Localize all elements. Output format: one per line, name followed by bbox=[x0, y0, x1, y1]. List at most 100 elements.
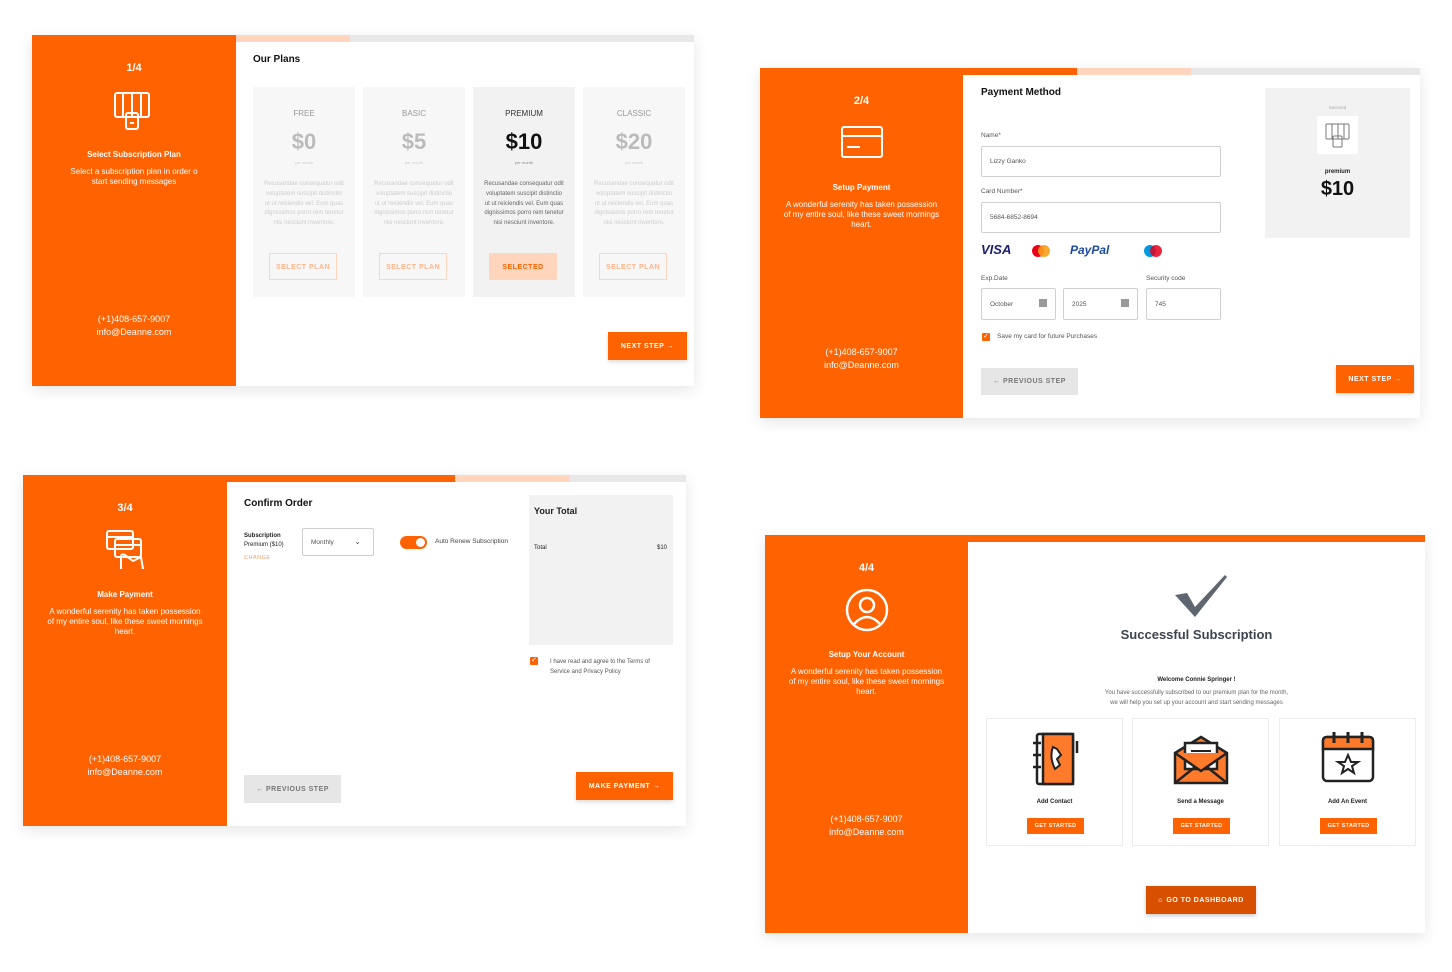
select-plan-button[interactable]: SELECT PLAN bbox=[599, 253, 667, 280]
save-card-checkbox[interactable]: ✓ bbox=[982, 333, 990, 341]
get-started-button[interactable]: GET STARTED bbox=[1320, 818, 1377, 834]
get-started-button[interactable]: GET STARTED bbox=[1173, 818, 1230, 834]
auto-renew-toggle[interactable] bbox=[400, 536, 427, 549]
selected-plan-button[interactable]: SELECTED bbox=[489, 253, 557, 280]
contact-phone: (+1)408-657-9007 bbox=[97, 314, 171, 324]
billing-period-select[interactable]: Monthly ⌄ bbox=[302, 528, 374, 556]
plan-card-classic[interactable]: CLASSIC $20 per month Recusandae consequ… bbox=[583, 87, 685, 297]
previous-step-button[interactable]: ← PREVIOUS STEP bbox=[244, 775, 341, 803]
screen-select-plan: 1/4 Select Subscription Plan Select a su… bbox=[32, 35, 694, 386]
plan-card-premium[interactable]: PREMIUM $10 per month Recusandae consequ… bbox=[473, 87, 575, 297]
side-title: Setup Payment bbox=[832, 183, 891, 192]
plan-description: Recusandae consequatur odit voluptatem s… bbox=[594, 181, 674, 227]
feature-add-contact: Add Contact GET STARTED bbox=[986, 718, 1123, 846]
card-number-field[interactable]: 5684-6852-8694 bbox=[981, 202, 1221, 233]
next-step-button[interactable]: NEXT STEP → bbox=[1336, 365, 1414, 393]
contact-email: info@Deanne.com bbox=[824, 360, 899, 370]
exp-year-value: 2025 bbox=[1072, 300, 1087, 308]
sidebar: 1/4 Select Subscription Plan Select a su… bbox=[32, 35, 236, 386]
plan-name: CLASSIC bbox=[616, 109, 652, 118]
success-title: Successful Subscription bbox=[1120, 627, 1273, 642]
name-field[interactable]: Lizzy Ganko bbox=[981, 146, 1221, 177]
screen-success: 4/4 Setup Your Account A wonderful seren… bbox=[765, 535, 1425, 933]
plan-description: Recusandae consequatur odit voluptatem s… bbox=[264, 181, 344, 227]
progress-next bbox=[455, 475, 570, 482]
screen-payment-method: 2/4 Setup Payment A wonderful serenity h… bbox=[760, 68, 1420, 418]
calendar-icon bbox=[1039, 299, 1047, 307]
plan-thumbnail bbox=[1317, 116, 1358, 154]
security-code-field[interactable]: 745 bbox=[1146, 288, 1221, 320]
plan-description: Recusandae consequatur odit voluptatem s… bbox=[484, 181, 564, 227]
make-payment-button[interactable]: MAKE PAYMENT → bbox=[576, 772, 673, 800]
terms-checkbox[interactable]: ✓ bbox=[530, 657, 538, 665]
step-indicator: 3/4 bbox=[117, 502, 133, 514]
total-value: $10 bbox=[656, 545, 667, 551]
sidebar: 3/4 Make Payment A wonderful serenity ha… bbox=[23, 475, 227, 826]
selected-plan-name: premium bbox=[1324, 169, 1351, 175]
contact-phone: (+1)408-657-9007 bbox=[830, 814, 903, 824]
page-title: Confirm Order bbox=[244, 498, 313, 509]
name-label: Name* bbox=[981, 132, 1001, 139]
side-title: Make Payment bbox=[97, 590, 153, 599]
page-title: Our Plans bbox=[253, 54, 301, 65]
exp-date-label: Exp.Date bbox=[981, 275, 1008, 282]
contact-email: info@Deanne.com bbox=[87, 767, 163, 777]
selected-label: Selected bbox=[1328, 105, 1347, 110]
plan-card-free[interactable]: FREE $0 per month Recusandae consequatur… bbox=[253, 87, 355, 297]
phone-book-icon bbox=[110, 87, 156, 133]
step-indicator: 1/4 bbox=[126, 62, 142, 74]
envelope-icon bbox=[1173, 733, 1229, 785]
select-plan-button[interactable]: SELECT PLAN bbox=[379, 253, 447, 280]
plan-price: $10 bbox=[505, 129, 543, 154]
progress-fill bbox=[236, 35, 350, 42]
feature-send-message: Send a Message GET STARTED bbox=[1132, 718, 1269, 846]
select-plan-button[interactable]: SELECT PLAN bbox=[269, 253, 337, 280]
plan-name: BASIC bbox=[401, 109, 426, 118]
exp-year-select[interactable]: 2025 bbox=[1063, 288, 1138, 320]
feature-title: Add Contact bbox=[1036, 799, 1073, 805]
side-description: A wonderful serenity has taken possessio… bbox=[783, 200, 940, 229]
mastercard-logo bbox=[1032, 245, 1050, 257]
step-indicator: 2/4 bbox=[853, 95, 870, 107]
previous-step-button[interactable]: ← PREVIOUS STEP bbox=[981, 368, 1078, 395]
visa-logo: VISA bbox=[981, 242, 1012, 257]
user-account-icon bbox=[845, 588, 889, 632]
checkmark-icon bbox=[1173, 573, 1229, 617]
plan-price: $5 bbox=[401, 129, 427, 154]
plan-description: Recusandae consequatur odit voluptatem s… bbox=[374, 181, 454, 227]
feature-title: Add An Event bbox=[1327, 799, 1368, 805]
credit-card-icon bbox=[840, 125, 884, 159]
security-code-label: Security code bbox=[1146, 275, 1186, 282]
feature-title: Send a Message bbox=[1177, 799, 1224, 805]
side-description: A wonderful serenity has taken possessio… bbox=[788, 667, 945, 696]
progress-fill bbox=[963, 68, 1077, 75]
next-step-button[interactable]: NEXT STEP → bbox=[608, 332, 687, 360]
side-description: A wonderful serenity has taken possessio… bbox=[47, 607, 203, 636]
sidebar: 2/4 Setup Payment A wonderful serenity h… bbox=[760, 68, 963, 418]
plan-period: per month bbox=[624, 160, 643, 165]
progress-next bbox=[1077, 68, 1191, 75]
total-panel: Your Total Total $10 bbox=[529, 495, 673, 645]
plan-name: FREE bbox=[293, 109, 315, 118]
get-started-button[interactable]: GET STARTED bbox=[1027, 818, 1084, 834]
contact-book-icon bbox=[1027, 731, 1083, 787]
selected-plan-price: $10 bbox=[1320, 178, 1355, 200]
side-title: Select Subscription Plan bbox=[87, 150, 181, 159]
paypal-logo: PayPal bbox=[1070, 243, 1110, 257]
contact-phone: (+1)408-657-9007 bbox=[88, 754, 162, 764]
plan-card-basic[interactable]: BASIC $5 per month Recusandae consequatu… bbox=[363, 87, 465, 297]
plan-price: $20 bbox=[615, 129, 653, 154]
exp-month-value: October bbox=[990, 300, 1014, 308]
plan-period: per month bbox=[404, 160, 423, 165]
go-to-dashboard-button[interactable]: ⌂ GO TO DASHBOARD bbox=[1146, 886, 1256, 914]
change-link[interactable]: CHANGE bbox=[244, 555, 271, 561]
contact-email: info@Deanne.com bbox=[96, 327, 172, 337]
card-number-label: Card Number* bbox=[981, 188, 1023, 195]
selected-plan-panel: Selected premium $10 bbox=[1265, 88, 1410, 238]
billing-period-value: Monthly bbox=[311, 538, 334, 546]
calendar-icon bbox=[1320, 729, 1376, 785]
exp-month-select[interactable]: October bbox=[981, 288, 1056, 320]
terms-label: I have read and agree to the Terms of Se… bbox=[550, 659, 650, 675]
screen-confirm-order: 3/4 Make Payment A wonderful serenity ha… bbox=[23, 475, 686, 826]
home-icon: ⌂ bbox=[1158, 896, 1163, 904]
